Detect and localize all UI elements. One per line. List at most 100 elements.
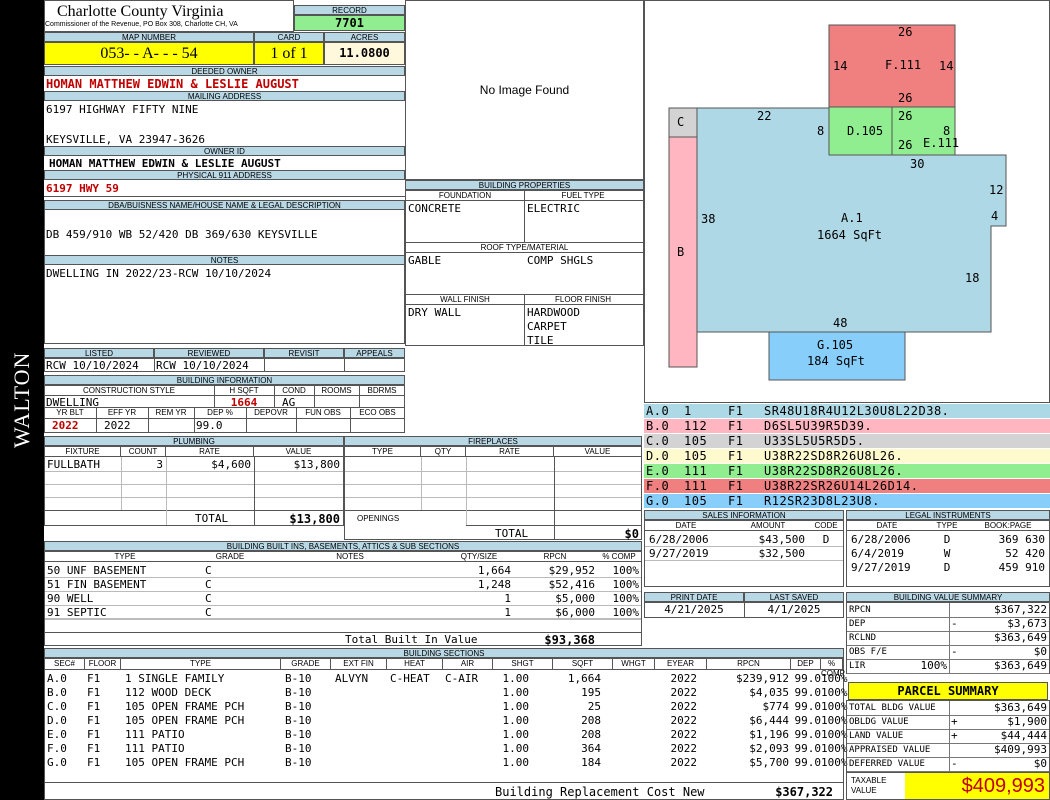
last-saved: 4/1/2025 (767, 603, 821, 616)
acres-value: 11.0800 (324, 42, 405, 65)
sections-cell: 2022 (670, 672, 698, 685)
floor-finish-item: CARPET (527, 320, 567, 333)
sketch-code-row: B.0 112 F1 D6SL5U39R5D39. (644, 419, 1050, 433)
bdrms-label: BDRMS (367, 386, 397, 395)
builtins-col: QTY/SIZE (460, 552, 498, 561)
sketch-code-row: C.0 105 F1 U33SL5U5R5D5. (644, 434, 1050, 448)
property-photo: No Image Found (405, 0, 644, 180)
sales-title: SALES INFORMATION (644, 510, 844, 520)
legal-bookpage: 459 910 (998, 561, 1045, 574)
rooms-label: ROOMS (321, 386, 352, 395)
sketch-dim: 8 (817, 124, 825, 138)
sections-cell: 105 OPEN FRAME PCH (125, 700, 245, 713)
sketch-dim: 26 (898, 25, 913, 39)
sections-cell: 1.00 (502, 672, 530, 685)
sketch-label-a: A.1 (841, 211, 863, 225)
mailing-address-label: MAILING ADDRESS (44, 91, 405, 101)
sections-cell: 208 (581, 714, 601, 727)
sections-cell: C-AIR (445, 672, 479, 685)
builtins-cell: 100% (612, 564, 640, 577)
plumbing-table: FIXTURE COUNT RATE VALUE FULLBATH 3 $4,6… (44, 446, 344, 526)
sections-cell: F1 (87, 756, 101, 769)
builtins-col: NOTES (336, 552, 364, 561)
code-description: D6SL5U39R5D39. (764, 419, 873, 433)
effyr-label: EFF YR (107, 408, 137, 417)
bvs-value: $363,649 (994, 659, 1047, 672)
code-floor: F1 (728, 479, 744, 493)
builtins-col: GRADE (215, 552, 245, 561)
sales-date: 6/28/2006 (649, 533, 709, 546)
plumbing-total: $13,800 (289, 512, 340, 526)
sections-cell: 100% (821, 714, 848, 727)
legal-date: 6/4/2019 (851, 547, 904, 560)
card-label: CARD (254, 32, 324, 42)
sections-cell: 1,664 (567, 672, 601, 685)
sections-cell: 99.0 (794, 672, 822, 685)
sections-cell: 2022 (670, 714, 698, 727)
sketch-dim: 4 (991, 209, 999, 223)
listed-label: LISTED (44, 348, 154, 358)
bvs-title: BUILDING VALUE SUMMARY (846, 592, 1050, 602)
sections-cell: 2022 (670, 686, 698, 699)
sections-cell: C-HEAT (390, 672, 430, 685)
sections-cell: F1 (87, 714, 101, 727)
floor-finish-item: TILE (527, 334, 554, 347)
sections-cell: B-10 (285, 686, 312, 699)
sections-cell: 1 SINGLE FAMILY (125, 672, 225, 685)
sales-table: DATE AMOUNT CODE 6/28/2006 $43,500 D 9/27/2… (644, 520, 844, 587)
cond-label: COND (282, 386, 306, 395)
builtins-cell: C (205, 592, 212, 605)
code-section: G.0 (646, 494, 670, 508)
record-number: 7701 (294, 15, 405, 31)
builtins-cell: C (205, 578, 212, 591)
bvs-label: RPCN (849, 605, 871, 615)
plumbing-fixture: FULLBATH (47, 458, 100, 471)
sections-cell: 100% (821, 672, 848, 685)
brcn-value: $367,322 (775, 785, 833, 799)
sections-cell: D.0 (47, 714, 67, 727)
builtins-table: TYPE GRADE NOTES QTY/SIZE RPCN % COMP 50… (44, 551, 642, 647)
legal-date: 6/28/2006 (851, 533, 911, 546)
sketch-dim: 26 (898, 138, 913, 152)
bvs-label: OBS F/E (849, 647, 887, 657)
roof-material: COMP SHGLS (527, 254, 594, 267)
sketch-dim: 26 (898, 91, 913, 105)
sections-cell: 184 (581, 756, 601, 769)
sections-cell: 105 OPEN FRAME PCH (125, 714, 245, 727)
depovr-label: DEPOVR (254, 408, 288, 417)
plumbing-total-label: TOTAL (195, 512, 229, 525)
sections-cell: $6,444 (749, 714, 789, 727)
print-date-label: PRINT DATE (644, 592, 744, 602)
sections-cell: 99.0 (794, 714, 822, 727)
bvs-value: $367,322 (994, 603, 1047, 616)
sections-cell: 1.00 (502, 700, 530, 713)
county-header: Charlotte County Virginia Commissioner o… (44, 0, 294, 32)
taxable-value: $409,993 (905, 773, 1049, 799)
physical-address-label: PHYSICAL 911 ADDRESS (44, 170, 405, 180)
sections-cell: B.0 (47, 686, 67, 699)
fireplace-col: TYPE (345, 447, 421, 457)
legal-col: DATE (876, 521, 898, 530)
commissioner-address: Commissioner of the Revenue, PO Box 308,… (45, 21, 238, 28)
code-number: 111 (684, 464, 708, 478)
sections-cell: F1 (87, 672, 101, 685)
sections-cell: B-10 (285, 756, 312, 769)
sales-col: AMOUNT (750, 521, 786, 530)
builtins-cell: 1,248 (477, 578, 511, 591)
sketch-dim: 22 (757, 109, 772, 123)
owner-id-label: OWNER ID (44, 146, 405, 156)
sections-col: SEC# (45, 659, 85, 670)
sections-col: FLOOR (85, 659, 121, 670)
sketch-code-row: F.0 111 F1 U38R22SR26U14L26D14. (644, 479, 1050, 493)
sections-cell: B-10 (285, 700, 312, 713)
builtins-total-label: Total Built In Value (345, 633, 478, 646)
bvs-table: RPCN $367,322 DEP - $3,673 RCLND $363,649 OBS F… (846, 602, 1050, 674)
sections-cell: 1.00 (502, 756, 530, 769)
fireplace-col: VALUE (554, 447, 641, 457)
bvs-label: RCLND (849, 633, 877, 643)
sections-col: HEAT (387, 659, 443, 670)
sections-cell: 111 PATIO (125, 742, 185, 755)
bvs-value: $0 (1033, 645, 1047, 658)
sales-code: D (822, 533, 830, 546)
legal-type: D (943, 533, 951, 546)
